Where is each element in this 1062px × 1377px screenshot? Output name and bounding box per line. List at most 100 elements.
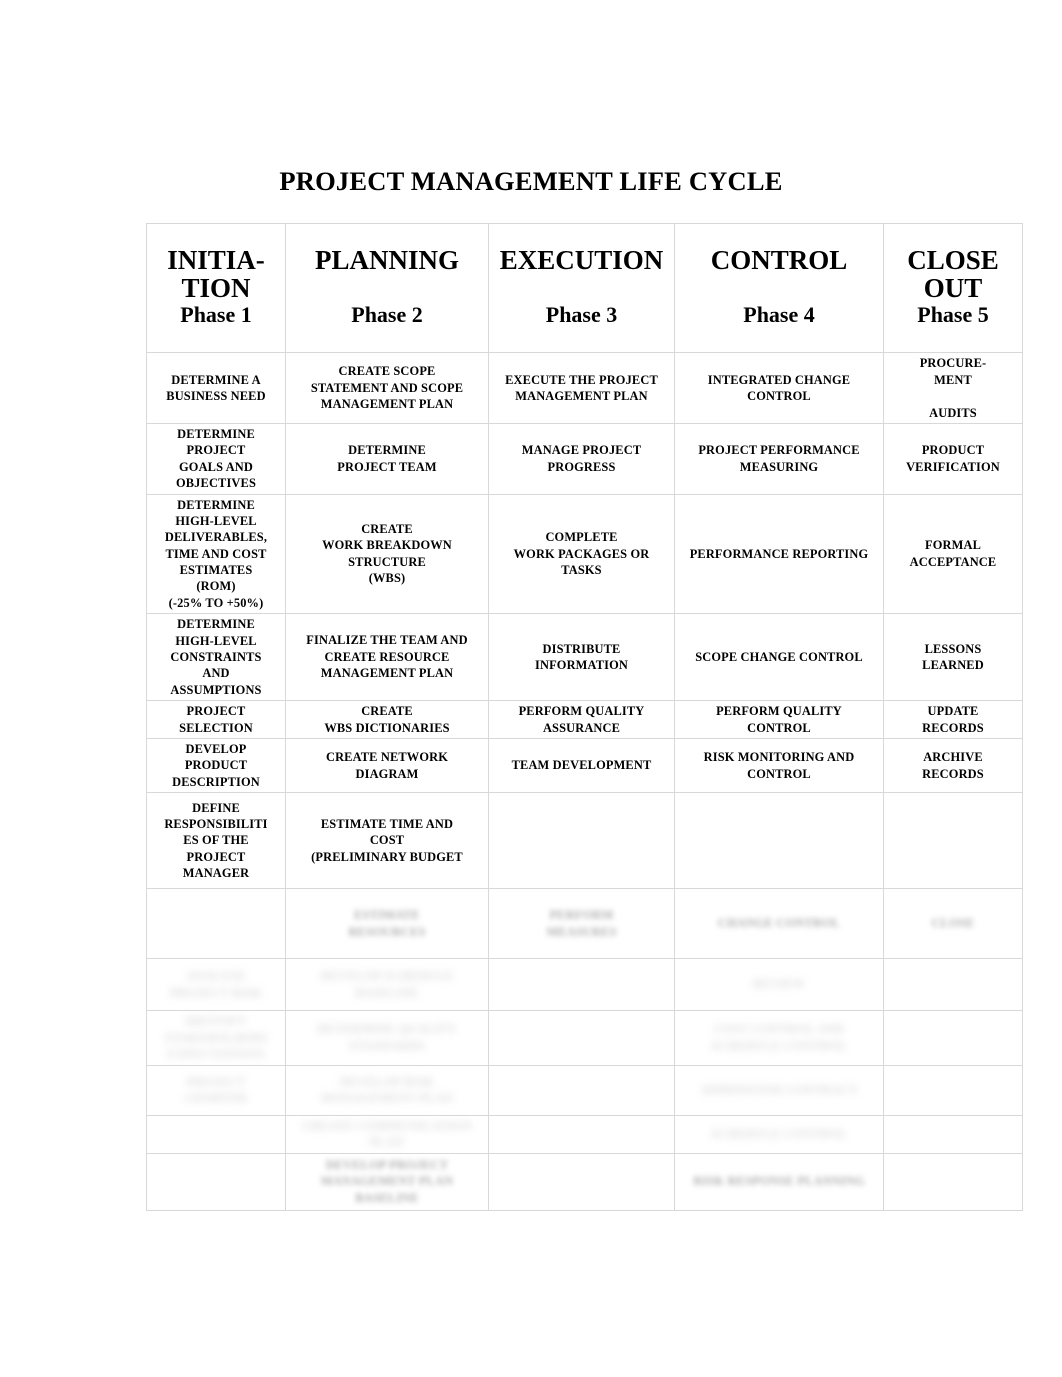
cell-control: SCOPE CHANGE CONTROL	[674, 613, 884, 701]
illegible-text-line: RISK RESPONSE PLANNING	[693, 1174, 865, 1189]
cell-line: ARCHIVE	[923, 750, 983, 765]
cell-line: ACCEPTANCE	[909, 554, 997, 569]
cell-text: DETERMINE A BUSINESS NEED	[150, 372, 282, 405]
illegible-text-line	[887, 1173, 1019, 1190]
table-row-illegible: ANALYZE PROJECT RISK DEVELOP SCHEDULE BASEL…	[146, 958, 1023, 1012]
cell-closeout: PRODUCT VERIFICATION	[883, 423, 1023, 495]
cell-line: COST	[369, 833, 405, 848]
cell-line: INFORMATION	[535, 658, 628, 673]
cell-initiation: ANALYZE PROJECT RISK	[146, 958, 286, 1012]
cell-planning: FINALIZE THE TEAM AND CREATE RESOURCE MANA…	[285, 613, 489, 701]
cell-execution: DISTRIBUTE INFORMATION	[488, 613, 675, 701]
table-row: DETERMINE A BUSINESS NEED CREATE SCOPE STAT…	[146, 352, 1023, 424]
cell-line: MANAGEMENT PLAN	[320, 397, 454, 412]
cell-text: DISTRIBUTE INFORMATION	[492, 641, 671, 674]
table-row-illegible: DEVELOP PROJECT MANAGEMENT PLAN BASELINE R…	[146, 1152, 1023, 1211]
cell-line: DETERMINE	[177, 497, 255, 512]
cell-line: DISTRIBUTE	[542, 641, 621, 656]
illegible-text-line: ANALYZE	[185, 969, 247, 984]
cell-line: WORK PACKAGES OR	[513, 546, 650, 561]
cell-text: CLOSE	[887, 915, 1019, 932]
cell-closeout	[883, 1114, 1023, 1154]
illegible-text-line	[492, 1173, 671, 1190]
cell-initiation	[146, 1114, 286, 1154]
cell-text: COMPLETE WORK PACKAGES OR TASKS	[492, 529, 671, 579]
cell-text: CREATE WBS DICTIONARIES	[289, 703, 485, 736]
cell-text: DEVELOP SCHEDULE BASELINE	[289, 968, 485, 1001]
cell-line: MANAGER	[182, 866, 250, 881]
cell-text: FINALIZE THE TEAM AND CREATE RESOURCE MANA…	[289, 632, 485, 682]
cell-execution	[488, 1152, 675, 1211]
cell-line: DETERMINE	[348, 443, 426, 458]
cell-line: MANAGE PROJECT	[521, 443, 642, 458]
cell-text: PERFORMANCE REPORTING	[678, 546, 880, 563]
illegible-text-line	[887, 976, 1019, 993]
cell-control	[674, 792, 884, 890]
cell-text: FORMAL ACCEPTANCE	[887, 537, 1019, 570]
phase-number-planning: Phase 2	[351, 302, 423, 328]
cell-planning: CREATE NETWORK DIAGRAM	[285, 737, 489, 794]
cell-line: HIGH-LEVEL	[175, 513, 257, 528]
project-lifecycle-table: INITIA- TION Phase 1 PLANNING Phase 2 EX…	[146, 223, 1023, 1211]
cell-closeout: FORMAL ACCEPTANCE	[883, 493, 1023, 615]
cell-line: INTEGRATED CHANGE	[707, 372, 851, 387]
cell-planning: ESTIMATE TIME AND COST (PRELIMINARY BUDGET	[285, 792, 489, 890]
cell-line: CONTROL	[747, 720, 811, 735]
table-row: DETERMINE HIGH-LEVEL DELIVERABLES, TIME AND…	[146, 493, 1023, 615]
phase-number-execution: Phase 3	[545, 302, 618, 328]
cell-text	[492, 1030, 671, 1047]
cell-initiation: DETERMINE PROJECT GOALS AND OBJECTIVES	[146, 423, 286, 495]
phase-name-closeout-line1: CLOSE	[907, 245, 999, 276]
cell-text: DETERMINE QUALITY STANDARDS	[289, 1021, 485, 1054]
table-row-illegible: IDENTIFY STAKEHOLDERS EXPECTATIONS DETERMIN…	[146, 1010, 1023, 1066]
cell-planning: DETERMINE QUALITY STANDARDS	[285, 1010, 489, 1066]
cell-line: ESTIMATE TIME AND	[320, 816, 454, 831]
cell-text: DETERMINE HIGH-LEVEL CONSTRAINTS AND ASSUMPT…	[150, 616, 282, 698]
cell-execution: MANAGE PROJECT PROGRESS	[488, 423, 675, 495]
cell-line: PROGRESS	[547, 459, 616, 474]
phase-name-initiation-line1: INITIA-	[167, 245, 265, 276]
cell-line	[887, 388, 1019, 405]
cell-line: DETERMINE	[177, 617, 255, 632]
illegible-text-line	[492, 976, 671, 993]
column-header-control: CONTROL Phase 4	[674, 223, 884, 353]
cell-text: PRODUCT VERIFICATION	[887, 442, 1019, 475]
cell-planning: DETERMINE PROJECT TEAM	[285, 423, 489, 495]
cell-planning: ESTIMATE RESOURCES	[285, 888, 489, 960]
cell-line: RECORDS	[922, 720, 984, 735]
illegible-text-line	[887, 1082, 1019, 1099]
illegible-text-line: BASELINE	[355, 1190, 419, 1205]
cell-closeout	[883, 958, 1023, 1012]
illegible-text-line: RESOURCES	[348, 924, 426, 939]
illegible-text-line: DETERMINE QUALITY	[317, 1022, 457, 1037]
cell-line: RISK MONITORING AND	[703, 750, 855, 765]
cell-line	[678, 832, 880, 849]
document-page: PROJECT MANAGEMENT LIFE CYCLE INITIA- TI…	[0, 0, 1062, 1377]
cell-text: DETERMINE PROJECT GOALS AND OBJECTIVES	[150, 426, 282, 492]
cell-planning: DEVELOP RISK MANAGEMENT PLAN	[285, 1064, 489, 1116]
cell-line: LESSONS	[924, 641, 982, 656]
cell-text	[678, 832, 880, 849]
header-spacer	[492, 274, 671, 300]
cell-execution	[488, 958, 675, 1012]
cell-text	[887, 1173, 1019, 1190]
cell-line: PROJECT	[186, 704, 246, 719]
illegible-text-line: STAKEHOLDERS	[164, 1030, 268, 1045]
cell-control: PERFORM QUALITY CONTROL	[674, 700, 884, 739]
phase-number-closeout: Phase 5	[917, 302, 989, 328]
cell-text	[150, 1173, 282, 1190]
cell-text: IDENTIFY STAKEHOLDERS EXPECTATIONS	[150, 1013, 282, 1063]
illegible-text-line: BASELINE	[355, 985, 419, 1000]
cell-text	[887, 832, 1019, 849]
cell-line: MEASURING	[739, 459, 819, 474]
cell-line: (-25% TO +50%)	[168, 595, 264, 610]
cell-text: UPDATE RECORDS	[887, 703, 1019, 736]
illegible-text-line: PLAN	[369, 1135, 405, 1150]
phase-number-control: Phase 4	[743, 302, 815, 328]
cell-text: ANALYZE PROJECT RISK	[150, 968, 282, 1001]
cell-planning: DEVELOP SCHEDULE BASELINE	[285, 958, 489, 1012]
cell-line: DEFINE	[192, 800, 240, 815]
cell-line: STRUCTURE	[348, 554, 426, 569]
cell-text	[492, 1082, 671, 1099]
cell-line: PERFORM QUALITY	[518, 704, 645, 718]
